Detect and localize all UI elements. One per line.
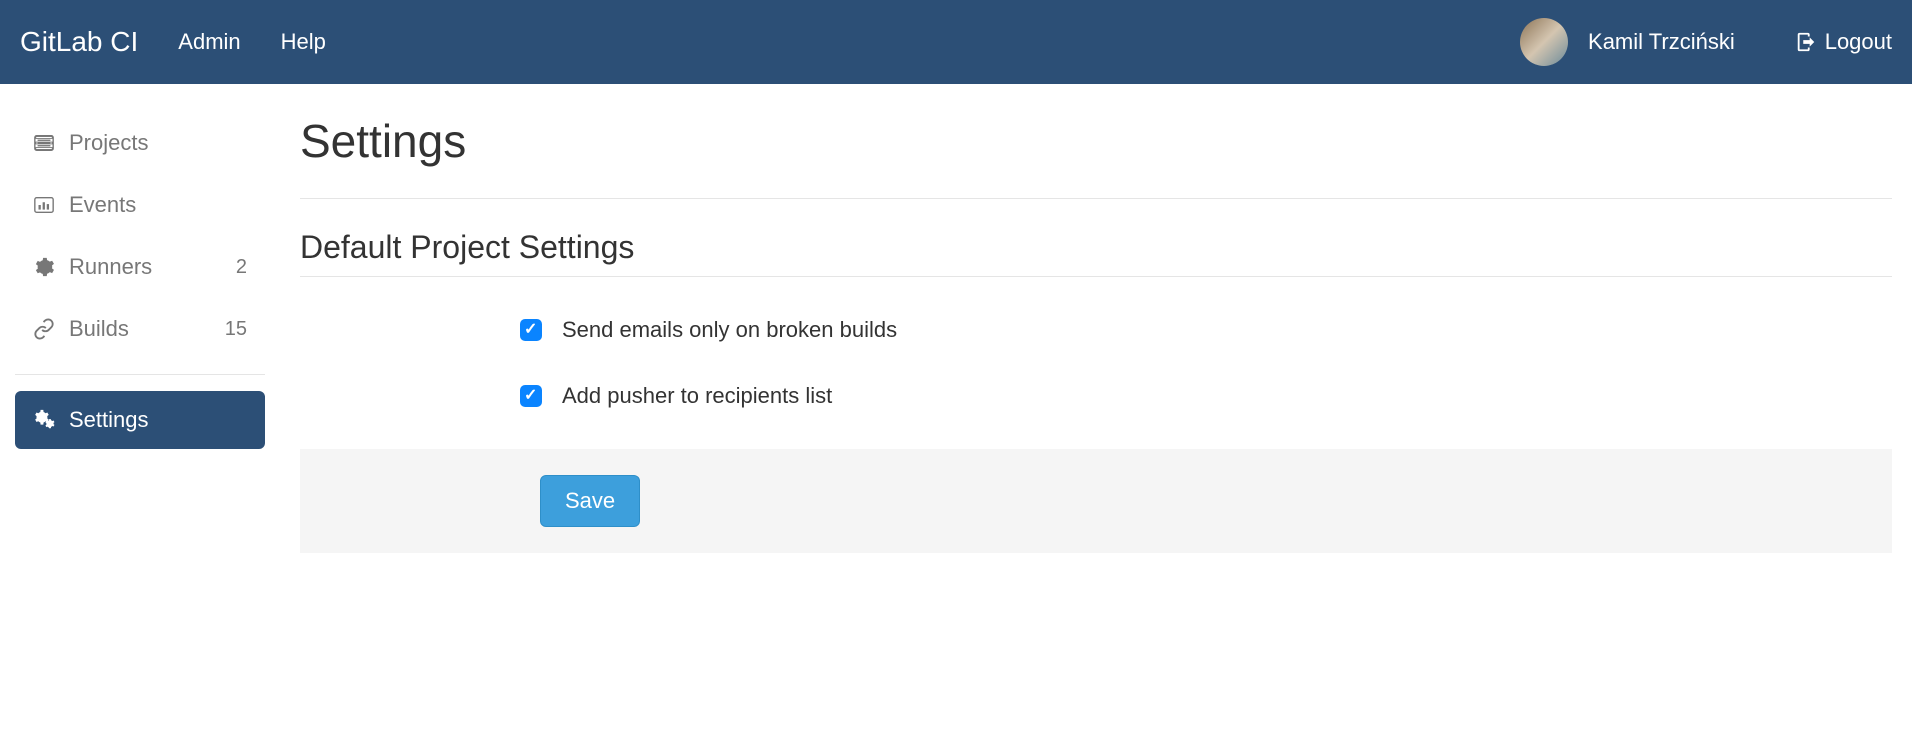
- logout-label: Logout: [1825, 29, 1892, 55]
- sidebar-divider: [15, 374, 265, 375]
- section-divider: [300, 198, 1892, 199]
- sidebar-item-settings[interactable]: Settings: [15, 391, 265, 449]
- sidebar-badge: 2: [236, 256, 247, 279]
- sidebar-badge: 15: [225, 318, 247, 341]
- brand-logo[interactable]: GitLab CI: [20, 26, 138, 58]
- section-title: Default Project Settings: [300, 229, 1892, 277]
- nav-help[interactable]: Help: [281, 29, 326, 55]
- checkbox-label: Add pusher to recipients list: [562, 383, 832, 409]
- logout-link[interactable]: Logout: [1795, 29, 1892, 55]
- sidebar-label: Settings: [69, 407, 247, 433]
- sidebar-item-runners[interactable]: Runners 2: [15, 238, 265, 296]
- form-row-pusher: Add pusher to recipients list: [300, 383, 1892, 409]
- sidebar-label: Events: [69, 192, 247, 218]
- main-content: Settings Default Project Settings Send e…: [280, 84, 1912, 553]
- sidebar-item-projects[interactable]: Projects: [15, 114, 265, 172]
- list-icon: [33, 132, 55, 154]
- sidebar-label: Runners: [69, 254, 236, 280]
- form-footer: Save: [300, 449, 1892, 553]
- sidebar-item-builds[interactable]: Builds 15: [15, 300, 265, 358]
- gear-icon: [33, 256, 55, 278]
- save-button[interactable]: Save: [540, 475, 640, 527]
- navbar: GitLab CI Admin Help Kamil Trzciński Log…: [0, 0, 1912, 84]
- link-icon: [33, 318, 55, 340]
- sidebar-label: Projects: [69, 130, 247, 156]
- page-title: Settings: [300, 114, 1892, 168]
- nav-admin[interactable]: Admin: [178, 29, 240, 55]
- sidebar: Projects Events Runners 2 Builds 15 Sett…: [0, 84, 280, 553]
- checkbox-broken-builds[interactable]: [520, 319, 542, 341]
- sidebar-item-events[interactable]: Events: [15, 176, 265, 234]
- checkbox-label: Send emails only on broken builds: [562, 317, 897, 343]
- sidebar-label: Builds: [69, 316, 225, 342]
- avatar[interactable]: [1520, 18, 1568, 66]
- navbar-right: Kamil Trzciński Logout: [1520, 18, 1892, 66]
- chart-icon: [33, 194, 55, 216]
- form-row-emails: Send emails only on broken builds: [300, 317, 1892, 343]
- user-name[interactable]: Kamil Trzciński: [1588, 29, 1735, 55]
- checkbox-add-pusher[interactable]: [520, 385, 542, 407]
- content-wrapper: Projects Events Runners 2 Builds 15 Sett…: [0, 84, 1912, 553]
- logout-icon: [1795, 31, 1817, 53]
- gears-icon: [33, 409, 55, 431]
- navbar-nav: Admin Help: [178, 29, 1520, 55]
